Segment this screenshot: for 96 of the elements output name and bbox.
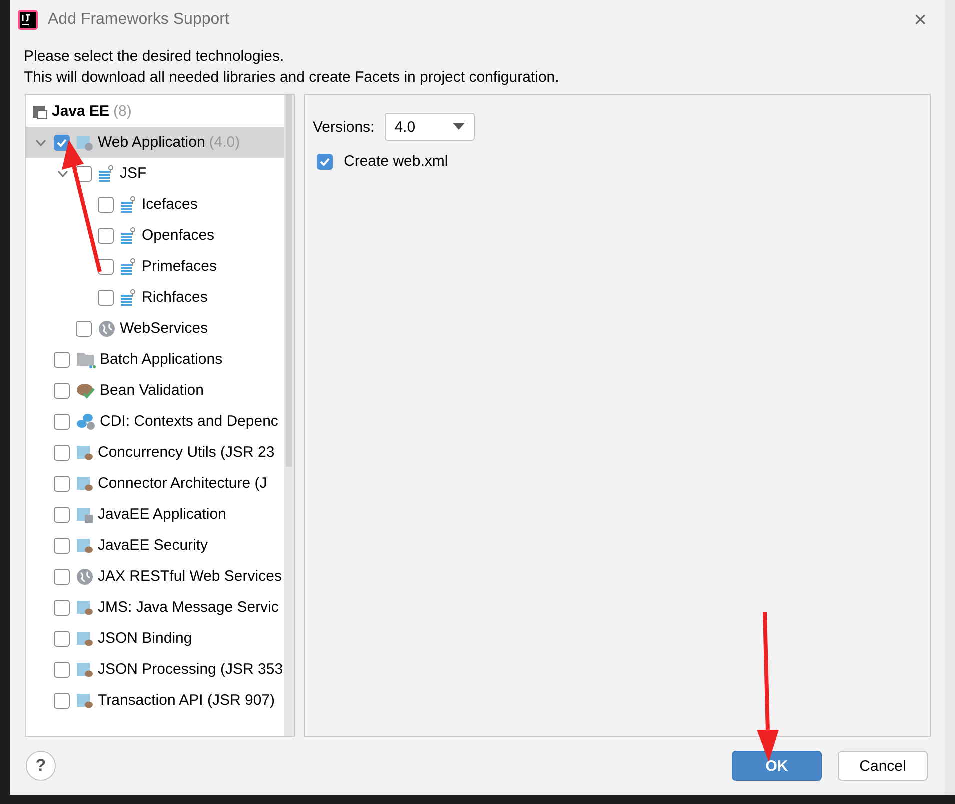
module-icon: [32, 104, 48, 120]
checkbox[interactable]: [317, 154, 333, 170]
bean-icon: [76, 382, 96, 400]
instruction-text: Please select the desired technologies.: [24, 47, 286, 67]
item-label: Bean Validation: [100, 382, 204, 399]
checkbox[interactable]: [54, 506, 70, 522]
checkbox[interactable]: [54, 568, 70, 584]
tree-item[interactable]: JavaEE Application: [26, 499, 284, 530]
tree-item[interactable]: Concurrency Utils (JSR 23: [26, 437, 284, 468]
close-button[interactable]: ×: [908, 7, 933, 33]
checkbox[interactable]: [54, 444, 70, 460]
window-title: Add Frameworks Support: [48, 11, 230, 29]
tree-item[interactable]: Transaction API (JSR 907): [26, 685, 284, 716]
layers-icon: [98, 164, 116, 182]
item-label: Richfaces: [142, 289, 208, 306]
item-label: Icefaces: [142, 196, 198, 213]
item-count: (4.0): [209, 134, 240, 151]
tree-item[interactable]: JSON Processing (JSR 353: [26, 654, 284, 685]
item-label: Concurrency Utils (JSR 23: [98, 444, 275, 461]
tree-group-header[interactable]: Java EE (8): [26, 96, 284, 127]
checkbox[interactable]: [54, 692, 70, 708]
item-label: JMS: Java Message Servic: [98, 599, 279, 616]
tree-item[interactable]: Batch Applications: [26, 344, 284, 375]
item-label: WebServices: [120, 320, 208, 337]
tree-item[interactable]: WebServices: [26, 313, 284, 344]
instruction-text: This will download all needed libraries and create Facets in project configuration.: [24, 68, 560, 88]
module-icon: [76, 630, 94, 648]
help-button[interactable]: ?: [26, 751, 56, 781]
module-icon: [76, 444, 94, 462]
item-label: JavaEE Security: [98, 537, 208, 554]
tree-item[interactable]: Icefaces: [26, 189, 284, 220]
item-label: Transaction API (JSR 907): [98, 692, 276, 709]
tree-item[interactable]: Primefaces: [26, 251, 284, 282]
version-dropdown[interactable]: 4.0: [384, 113, 475, 141]
tree-item[interactable]: CDI: Contexts and Depenc: [26, 406, 284, 437]
item-label: JavaEE Application: [98, 506, 226, 523]
item-label: Batch Applications: [100, 351, 223, 368]
item-label: JSON Processing (JSR 353: [98, 661, 284, 678]
item-label: Connector Architecture (J: [98, 475, 268, 492]
tree-item[interactable]: JSON Binding: [26, 623, 284, 654]
checkbox[interactable]: [54, 476, 70, 492]
checkbox[interactable]: [98, 228, 114, 244]
checkbox-label: Create web.xml: [344, 153, 448, 170]
checkbox[interactable]: [54, 382, 70, 398]
layers-icon: [120, 288, 138, 306]
checkbox[interactable]: [54, 352, 70, 368]
checkbox[interactable]: [54, 630, 70, 646]
tree-item[interactable]: JavaEE Security: [26, 530, 284, 561]
layers-icon: [120, 226, 138, 244]
web-module-icon: [76, 134, 94, 152]
tree-item[interactable]: Bean Validation: [26, 375, 284, 406]
item-label: JSF: [120, 165, 147, 182]
module-icon: [76, 536, 94, 554]
tree-item[interactable]: Openfaces: [26, 220, 284, 251]
checkbox[interactable]: [54, 600, 70, 616]
chevron-icon[interactable]: [36, 138, 46, 148]
checkmark-icon: [319, 156, 331, 168]
checkbox[interactable]: [98, 290, 114, 306]
item-label: CDI: Contexts and Depenc: [100, 413, 278, 430]
item-count: (8): [114, 103, 132, 120]
checkbox[interactable]: [54, 538, 70, 554]
scrollbar[interactable]: [284, 95, 294, 736]
checkbox[interactable]: [54, 662, 70, 678]
item-label: Openfaces: [142, 227, 215, 244]
module-icon: [76, 660, 94, 678]
ok-button[interactable]: OK: [732, 751, 822, 781]
globe-icon: [98, 320, 116, 338]
tree-item[interactable]: JMS: Java Message Servic: [26, 592, 284, 623]
beans-icon: [76, 412, 96, 430]
dropdown-arrow-icon: [452, 123, 465, 131]
checkmark-icon: [56, 136, 68, 148]
chevron-icon[interactable]: [58, 168, 68, 178]
module-icon: [76, 474, 94, 492]
module-icon: [76, 598, 94, 616]
versions-label: Versions:: [313, 118, 375, 136]
checkbox[interactable]: [54, 134, 70, 150]
item-label: Java EE: [52, 103, 110, 120]
checkbox[interactable]: [54, 414, 70, 430]
layers-icon: [120, 258, 138, 276]
layers-icon: [120, 196, 138, 214]
item-label: JSON Binding: [98, 630, 192, 647]
checkbox[interactable]: [98, 196, 114, 212]
globe-icon: [76, 568, 94, 586]
tree-item[interactable]: Web Application (4.0): [26, 127, 284, 158]
item-label: Primefaces: [142, 258, 218, 275]
tree-item[interactable]: JAX RESTful Web Services: [26, 561, 284, 592]
tree-item[interactable]: Richfaces: [26, 282, 284, 313]
module-icon: [76, 692, 94, 710]
checkbox[interactable]: [76, 320, 92, 336]
app-logo-icon: [18, 10, 38, 30]
folder-icon: [76, 350, 96, 368]
module-icon: [76, 506, 94, 524]
item-label: JAX RESTful Web Services: [98, 568, 282, 585]
item-label: Web Application: [98, 134, 206, 151]
tree-item[interactable]: Connector Architecture (J: [26, 468, 284, 499]
cancel-button[interactable]: Cancel: [838, 751, 928, 781]
